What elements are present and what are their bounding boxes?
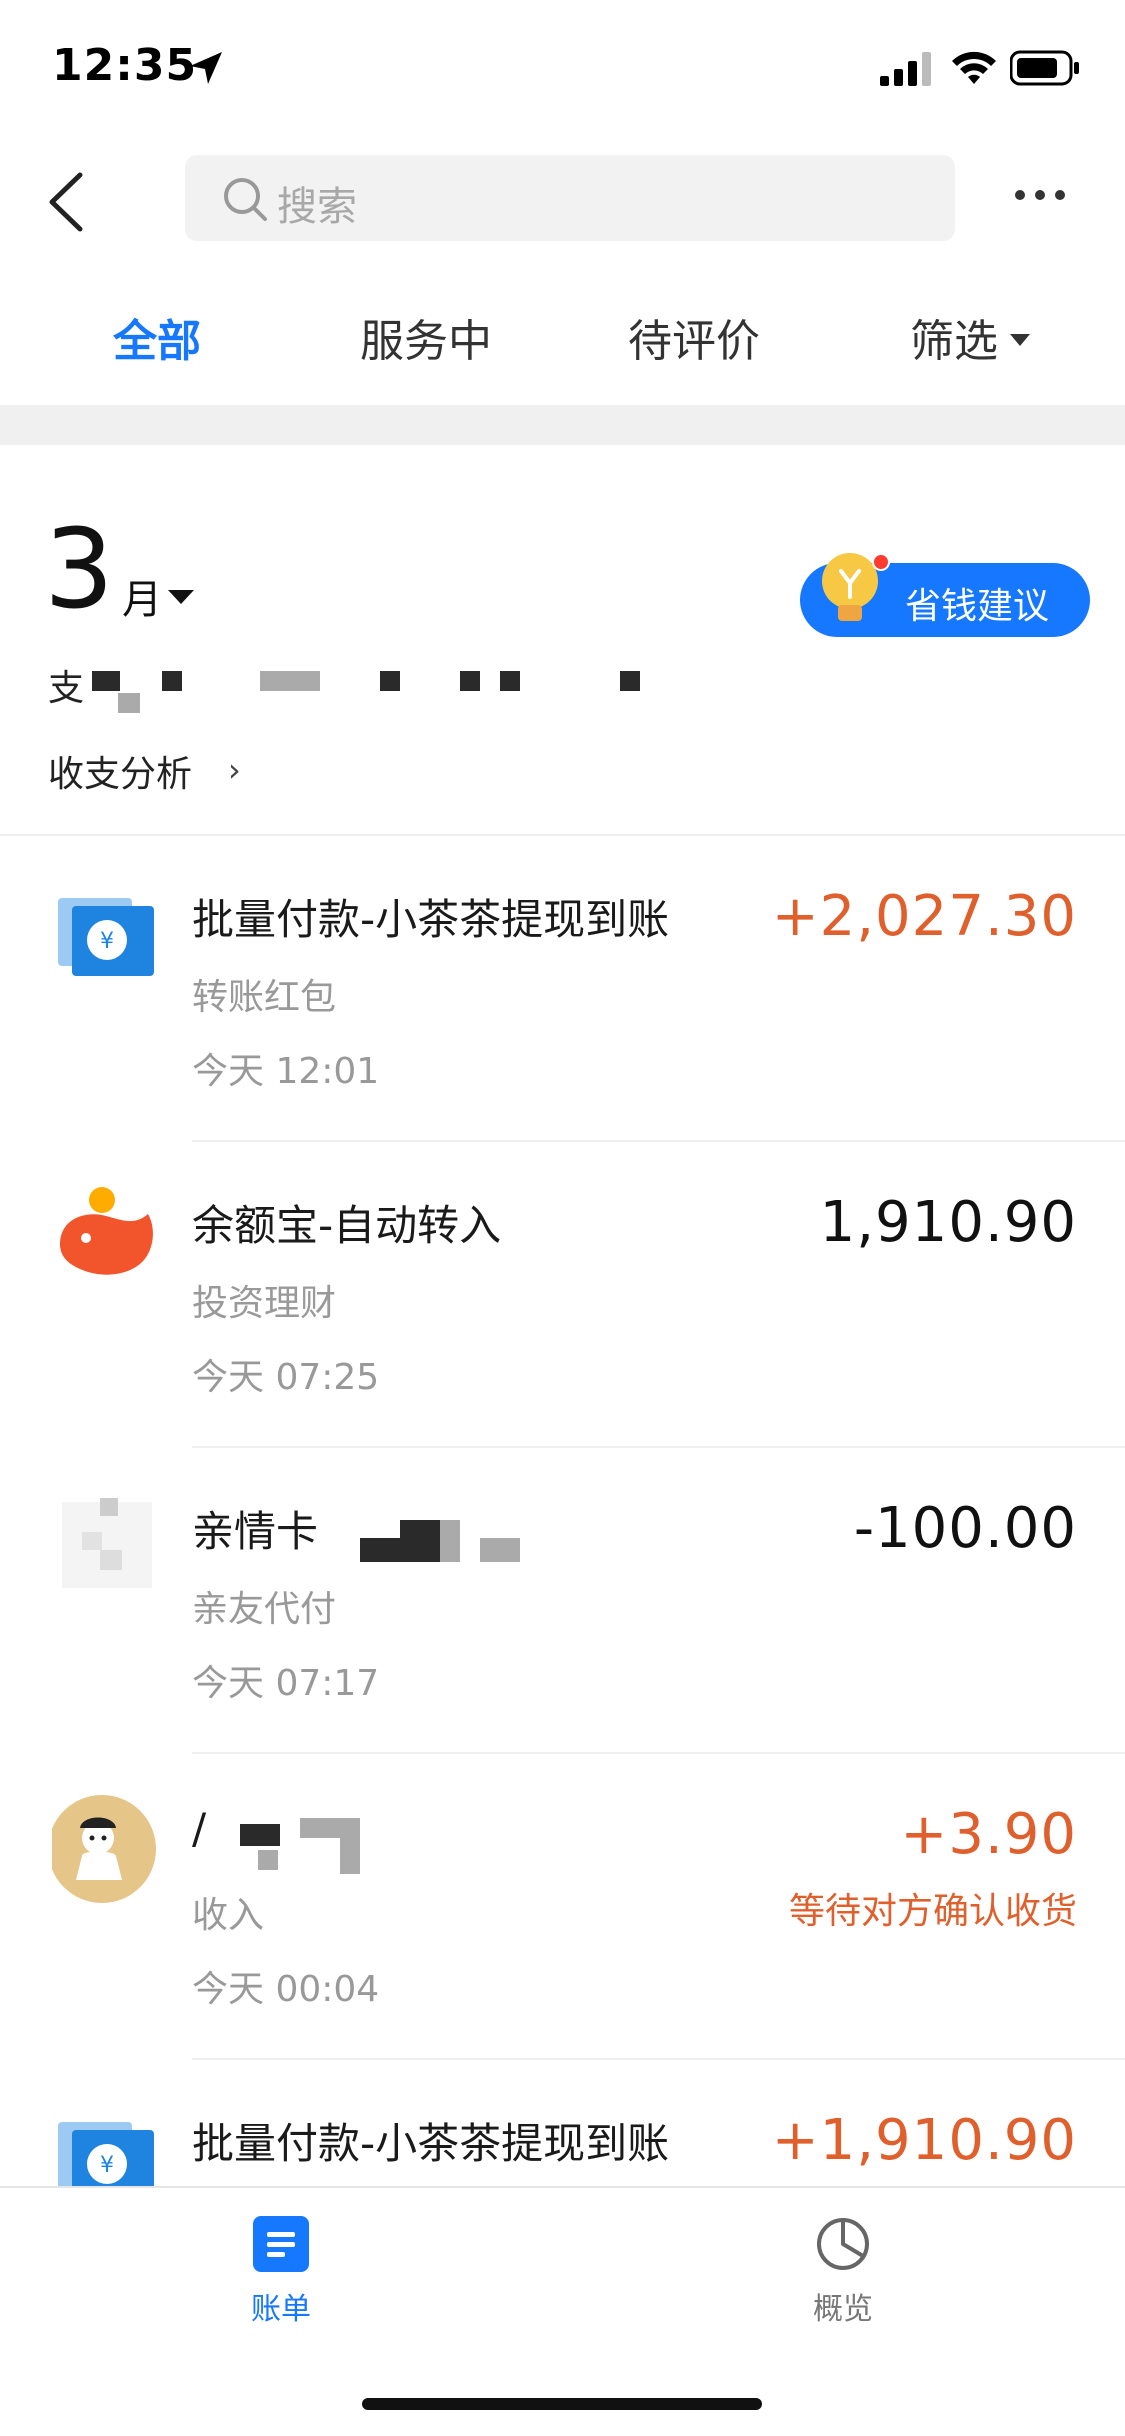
save-money-tip-button[interactable]: 省钱建议	[800, 553, 1090, 637]
redacted-block	[500, 671, 520, 691]
caret-down-icon	[1010, 334, 1030, 346]
transaction-title: 余额宝-自动转入	[192, 1201, 502, 1250]
tab-filter-label: 筛选	[910, 316, 998, 367]
transaction-title: 亲情卡	[192, 1507, 319, 1556]
month-unit[interactable]: 月	[122, 567, 162, 625]
redacted-block	[118, 693, 140, 713]
bill-icon	[253, 2216, 309, 2272]
transaction-status: 等待对方确认收货	[788, 1891, 1077, 1932]
redacted-block	[300, 1818, 360, 1838]
search-icon	[224, 178, 267, 221]
bottom-nav: 账单 概览	[0, 2186, 1125, 2436]
filter-tabs: 全部 服务中 待评价 筛选	[0, 295, 1125, 375]
battery-icon	[1010, 50, 1079, 86]
redacted-block	[260, 671, 320, 691]
transaction-amount: -100.00	[853, 1496, 1077, 1561]
family-card-icon	[62, 1498, 152, 1588]
redacted-block	[340, 1838, 360, 1874]
wifi-icon	[952, 51, 996, 84]
transaction-row[interactable]: ¥ 批量付款-小茶茶提现到账 +1,910.90	[0, 2060, 1125, 2186]
transaction-amount: 1,910.90	[819, 1190, 1077, 1255]
redacted-block	[460, 671, 480, 691]
location-arrow-icon	[190, 52, 222, 84]
transaction-row[interactable]: / 收入 今天 00:04 +3.90 等待对方确认收货	[0, 1754, 1125, 2060]
transaction-title: /	[192, 1804, 207, 1853]
svg-text:¥: ¥	[100, 929, 114, 954]
transaction-amount: +2,027.30	[771, 884, 1077, 949]
redacted-block	[440, 1520, 460, 1562]
nav-bar: 搜索	[0, 135, 1125, 265]
tab-all[interactable]: 全部	[113, 305, 201, 369]
more-options-icon[interactable]	[1010, 175, 1070, 215]
search-input[interactable]: 搜索	[185, 155, 955, 241]
transfer-icon: ¥	[58, 2122, 154, 2186]
avatar-icon	[52, 1795, 156, 1903]
transaction-title: 批量付款-小茶茶提现到账	[192, 2119, 670, 2168]
notification-dot	[872, 553, 890, 571]
month-picker-caret-icon[interactable]	[168, 590, 194, 604]
yuebao-icon	[60, 1187, 153, 1275]
search-placeholder: 搜索	[277, 184, 357, 230]
transaction-time: 今天 07:25	[192, 1357, 380, 1398]
transfer-icon: ¥	[58, 898, 154, 976]
svg-text:¥: ¥	[100, 2153, 114, 2178]
transaction-row[interactable]: ¥ 批量付款-小茶茶提现到账 转账红包 今天 12:01 +2,027.30	[0, 836, 1125, 1142]
home-indicator	[362, 2398, 762, 2410]
transaction-time: 今天 00:04	[192, 1969, 380, 2010]
transaction-title: 批量付款-小茶茶提现到账	[192, 895, 670, 944]
transaction-category: 收入	[192, 1895, 265, 1936]
overview-pie-icon	[817, 2218, 869, 2270]
nav-bill-label: 账单	[251, 2292, 311, 2327]
redacted-block	[92, 671, 120, 691]
transaction-row[interactable]: 亲情卡 亲友代付 今天 07:17 -100.00	[0, 1448, 1125, 1754]
section-divider	[0, 405, 1125, 445]
save-tip-label: 省钱建议	[905, 586, 1050, 627]
transaction-amount: +3.90	[900, 1802, 1077, 1867]
nav-bill[interactable]: 账单	[206, 2216, 356, 2336]
transaction-row[interactable]: 余额宝-自动转入 投资理财 今天 07:25 1,910.90	[0, 1142, 1125, 1448]
status-time: 12:35	[52, 40, 198, 91]
transaction-amount: +1,910.90	[771, 2108, 1077, 2173]
month-number[interactable]: 3	[44, 505, 114, 633]
spend-summary-label: 支	[48, 668, 85, 709]
status-bar: 12:35	[0, 0, 1125, 135]
chevron-right-icon[interactable]: ›	[228, 751, 241, 789]
redacted-block	[620, 671, 640, 691]
transaction-time: 今天 12:01	[192, 1051, 380, 1092]
redacted-block	[380, 671, 400, 691]
redacted-block	[240, 1824, 280, 1846]
nav-overview[interactable]: 概览	[768, 2216, 918, 2336]
transaction-time: 今天 07:17	[192, 1663, 380, 1704]
redacted-block	[258, 1850, 278, 1870]
transaction-category: 亲友代付	[192, 1589, 337, 1630]
transaction-category: 投资理财	[192, 1283, 337, 1324]
tab-filter[interactable]: 筛选	[910, 305, 1030, 369]
tab-to-review[interactable]: 待评价	[628, 305, 760, 369]
redacted-block	[162, 671, 182, 691]
tab-in-service[interactable]: 服务中	[360, 305, 492, 369]
nav-overview-label: 概览	[813, 2292, 873, 2327]
back-button[interactable]	[40, 167, 90, 237]
income-expense-analysis-link[interactable]: 收支分析	[48, 745, 192, 797]
transaction-category: 转账红包	[192, 977, 337, 1018]
redacted-block	[480, 1538, 520, 1562]
cellular-signal-icon	[880, 52, 931, 86]
redacted-block	[400, 1520, 440, 1562]
month-summary: 3 月 省钱建议 支 收支分析 ›	[0, 445, 1125, 835]
